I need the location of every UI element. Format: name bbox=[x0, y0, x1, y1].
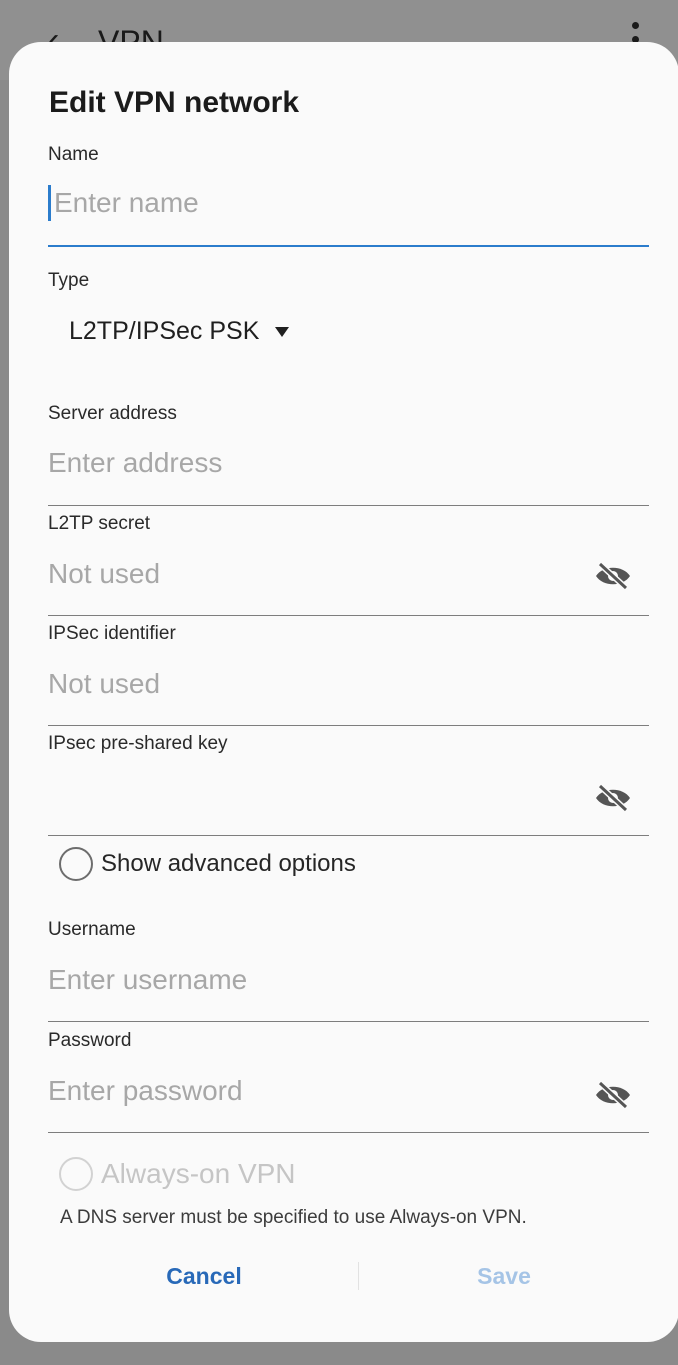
button-divider bbox=[358, 1262, 359, 1290]
show-advanced-options-checkbox[interactable]: Show advanced options bbox=[59, 847, 356, 881]
cancel-button[interactable]: Cancel bbox=[114, 1263, 294, 1290]
username-label: Username bbox=[48, 919, 136, 940]
ipsec-psk-label: IPsec pre-shared key bbox=[48, 733, 228, 754]
eye-off-icon[interactable] bbox=[593, 561, 633, 591]
name-label: Name bbox=[48, 144, 99, 165]
always-on-vpn-checkbox[interactable]: Always-on VPN bbox=[59, 1157, 296, 1191]
server-address-underline bbox=[48, 505, 649, 506]
name-input-underline bbox=[48, 245, 649, 247]
l2tp-secret-label: L2TP secret bbox=[48, 513, 151, 534]
radio-button-disabled[interactable] bbox=[59, 1157, 93, 1191]
save-button[interactable]: Save bbox=[414, 1263, 594, 1290]
always-on-helper-text: A DNS server must be specified to use Al… bbox=[60, 1207, 527, 1228]
ipsec-identifier-label: IPSec identifier bbox=[48, 623, 176, 644]
ipsec-identifier-input[interactable]: Not used bbox=[48, 668, 160, 700]
eye-off-icon[interactable] bbox=[593, 783, 633, 813]
radio-button[interactable] bbox=[59, 847, 93, 881]
dialog-title: Edit VPN network bbox=[49, 86, 300, 119]
username-underline bbox=[48, 1021, 649, 1022]
password-input[interactable]: Enter password bbox=[48, 1075, 243, 1107]
ipsec-psk-underline bbox=[48, 835, 649, 836]
edit-vpn-dialog: Edit VPN network Name Enter name Type L2… bbox=[9, 42, 678, 1342]
password-underline bbox=[48, 1132, 649, 1133]
server-address-label: Server address bbox=[48, 403, 177, 424]
type-dropdown-value: L2TP/IPSec PSK bbox=[69, 317, 260, 345]
type-label: Type bbox=[48, 270, 90, 291]
l2tp-secret-input[interactable]: Not used bbox=[48, 558, 160, 590]
eye-off-icon[interactable] bbox=[593, 1080, 633, 1110]
type-dropdown[interactable]: L2TP/IPSec PSK bbox=[69, 317, 290, 346]
caret-down-icon bbox=[275, 326, 290, 337]
always-on-vpn-label: Always-on VPN bbox=[101, 1158, 296, 1189]
server-address-input[interactable]: Enter address bbox=[48, 447, 222, 479]
password-label: Password bbox=[48, 1030, 132, 1051]
l2tp-secret-underline bbox=[48, 615, 649, 616]
ipsec-identifier-underline bbox=[48, 725, 649, 726]
text-cursor bbox=[48, 185, 51, 221]
username-input[interactable]: Enter username bbox=[48, 964, 247, 996]
name-input[interactable]: Enter name bbox=[54, 187, 199, 219]
show-advanced-options-label: Show advanced options bbox=[101, 850, 356, 877]
